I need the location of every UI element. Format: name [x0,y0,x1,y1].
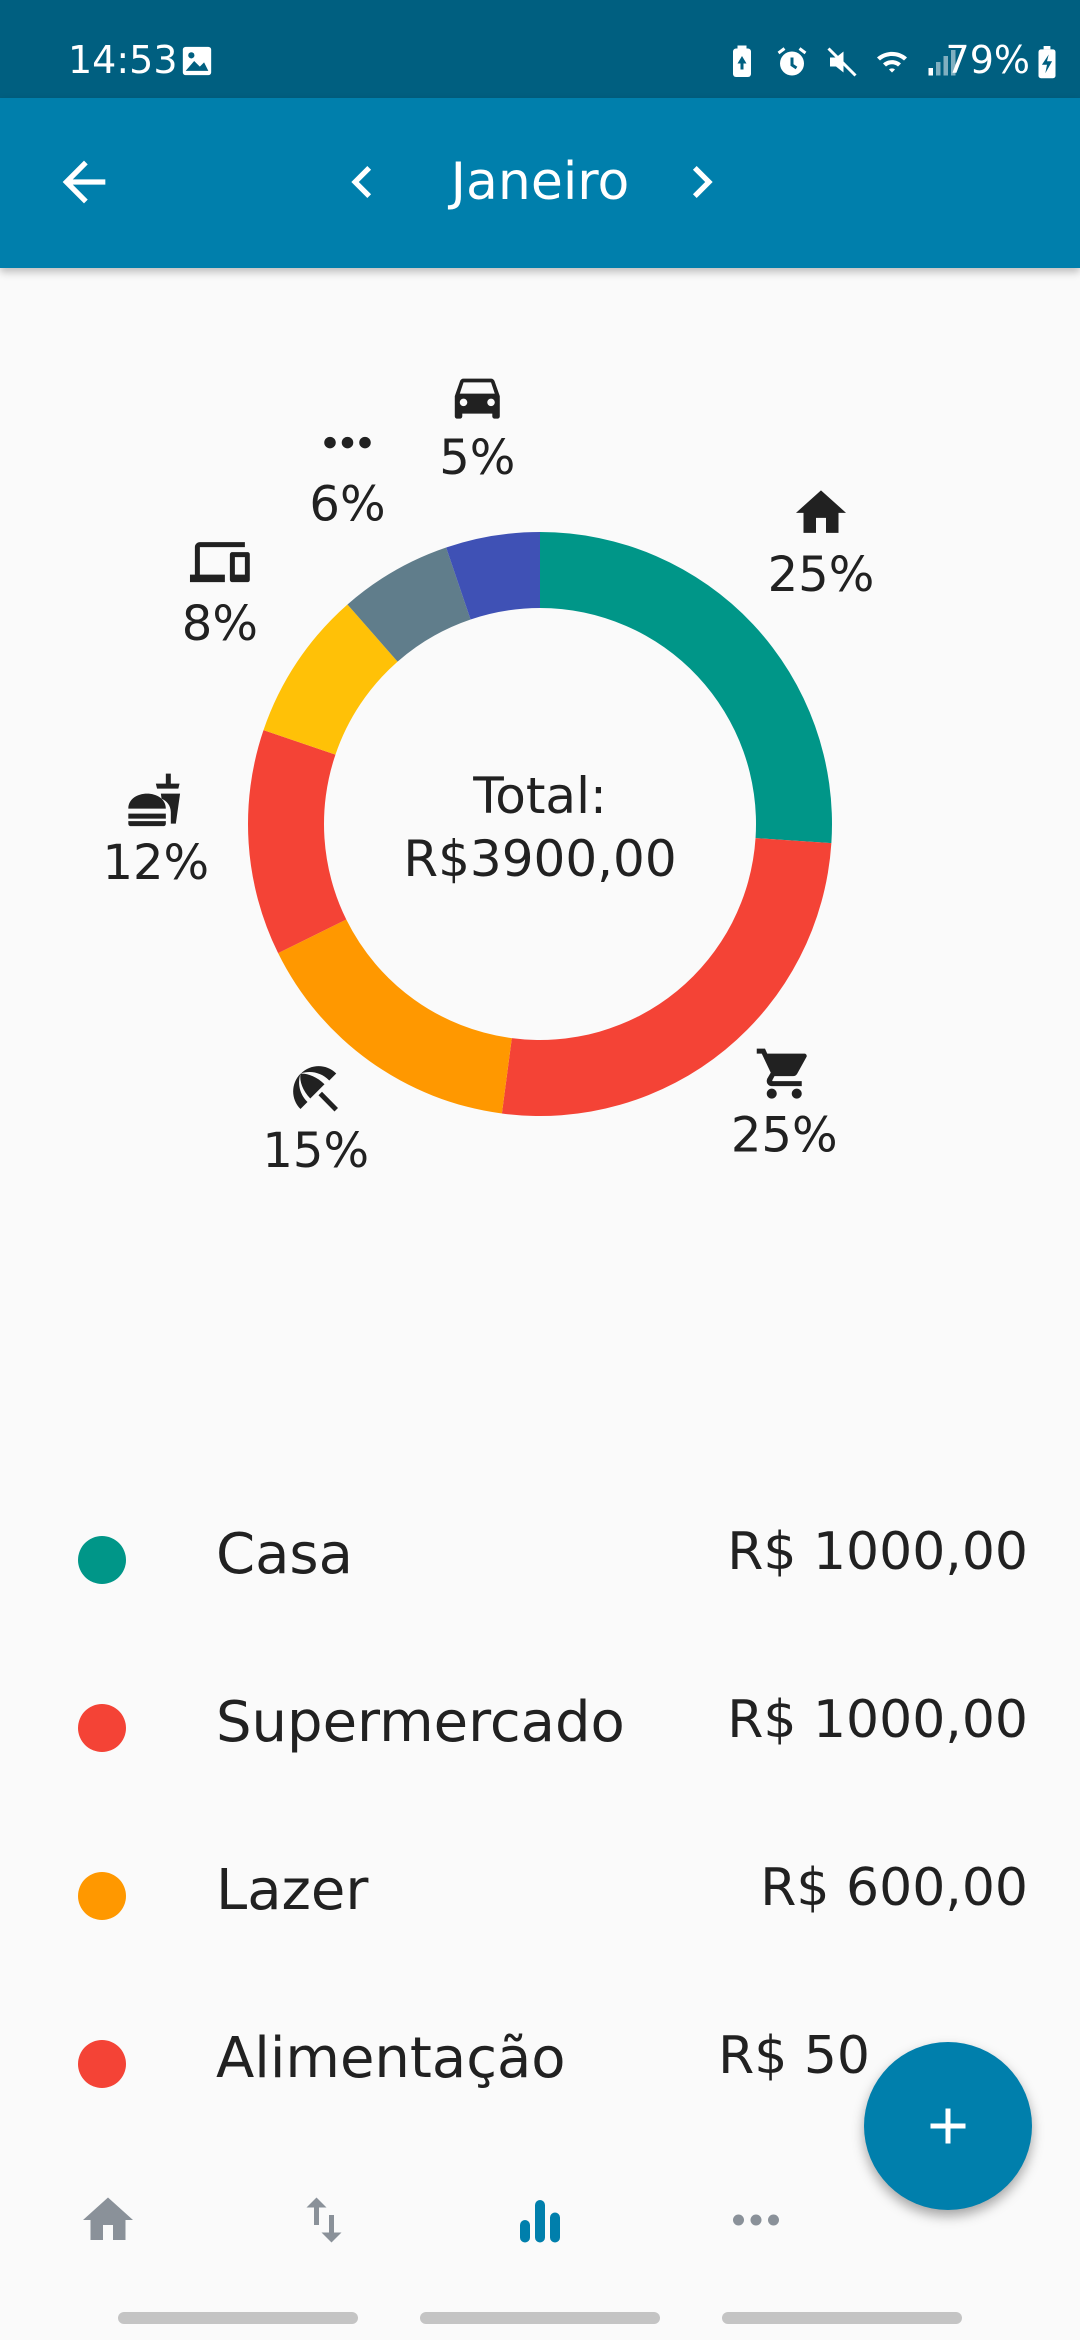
gesture-pill [420,2312,660,2324]
slice-percent-label: 25% [768,547,875,603]
nav-transactions[interactable] [284,2180,364,2260]
car-icon [454,378,500,419]
mute-icon [827,47,857,77]
list-item-supermercado[interactable]: Supermercado R$ 1000,00 [0,1676,1080,1796]
chevron-right-icon[interactable] [670,150,734,214]
add-icon [930,2108,966,2144]
arrow-back-icon[interactable] [52,150,116,214]
legend-amount: R$ 600,00 [760,1858,1028,1918]
battery-percentage: 79% [945,38,1030,82]
chevron-left-icon[interactable] [330,150,394,214]
gesture-pill [118,2312,358,2324]
slice-percent-label: 15% [262,1123,369,1179]
slice-alimentacao [247,730,347,954]
legend-category-name: Casa [216,1522,353,1587]
legend-category-name: Alimentação [216,2026,566,2091]
more-horiz-icon [733,2214,779,2226]
legend-amount: R$ 50 [718,2026,870,2086]
beach-umbrella-icon [293,1066,338,1112]
chart-center-value: R$3900,00 [403,830,676,888]
alarm-icon [777,47,807,76]
legend-category-name: Lazer [216,1858,369,1923]
month-title: Janeiro [450,152,630,212]
shopping-cart-icon [756,1048,807,1099]
gallery-icon [182,46,212,76]
nav-home[interactable] [68,2180,148,2260]
nav-more[interactable] [716,2180,796,2260]
status-icons [724,44,960,80]
battery-saver-icon [733,45,751,77]
more-horiz-icon [324,436,371,449]
category-donut-chart: 25% 25% 15% 12% 8% 6% 5% Total: R$3900,00 [102,378,875,1179]
slice-percent-label: 6% [309,477,385,533]
legend-color-dot [78,2040,126,2088]
slice-percent-label: 8% [182,596,258,652]
legend-amount: R$ 1000,00 [727,1690,1028,1750]
legend-color-dot [78,1704,126,1752]
status-bar: 14:53 79% [0,0,1080,98]
home-icon [795,490,846,533]
gesture-pill [722,2312,962,2324]
status-time: 14:53 [68,38,178,82]
wifi-icon [877,51,907,73]
slice-percent-label: 12% [102,835,209,891]
bar-chart-icon [520,2200,560,2243]
app-bar: Janeiro [0,98,1080,268]
slice-percent-label: 5% [439,430,515,486]
home-icon [83,2197,133,2240]
chart-center-label: Total: [472,767,607,825]
devices-icon [189,542,250,583]
add-transaction-button[interactable] [864,2042,1032,2210]
list-item-lazer[interactable]: Lazer R$ 600,00 [0,1844,1080,1964]
legend-category-name: Supermercado [216,1690,625,1755]
legend-color-dot [78,1872,126,1920]
battery-charging-icon [1038,46,1056,79]
list-item-casa[interactable]: Casa R$ 1000,00 [0,1508,1080,1628]
fastfood-icon [128,773,181,827]
nav-charts[interactable] [500,2180,580,2260]
legend-amount: R$ 1000,00 [727,1522,1028,1582]
legend-color-dot [78,1536,126,1584]
system-gesture-bar [0,2290,1080,2340]
slice-percent-label: 25% [731,1108,838,1164]
swap-vertical-icon [306,2197,342,2243]
